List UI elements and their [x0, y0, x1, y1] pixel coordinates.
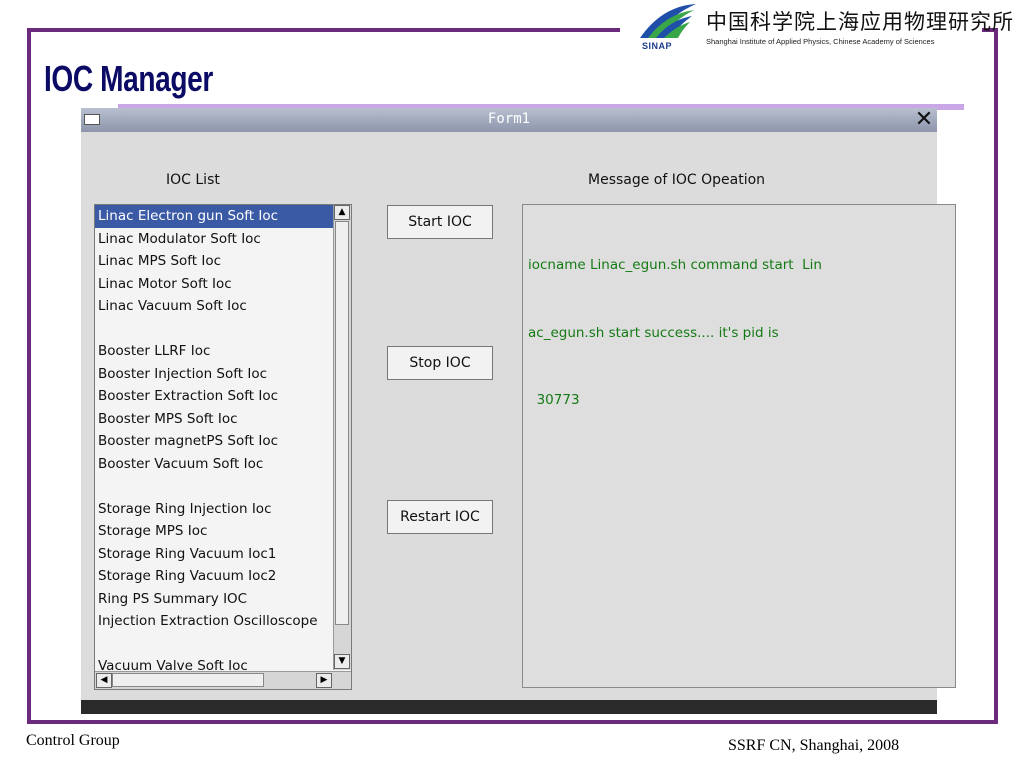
ioc-list-item[interactable]: Injection Extraction Oscilloscope [95, 610, 333, 633]
footer-left: Control Group [26, 732, 120, 749]
ioc-list-item[interactable]: Booster LLRF Ioc [95, 340, 333, 363]
window-titlebar[interactable]: Form1 ✕ [81, 108, 937, 132]
slide-title: IOC Manager [44, 58, 213, 99]
logo-english-name: Shanghai Institute of Applied Physics, C… [706, 37, 935, 46]
scroll-up-icon[interactable]: ▲ [334, 205, 350, 220]
message-label: Message of IOC Opeation [588, 172, 766, 188]
ioc-list-item[interactable]: Linac MPS Soft Ioc [95, 250, 333, 273]
horizontal-scrollbar[interactable]: ◀ ▶ [95, 671, 351, 689]
ioc-list-item[interactable]: Booster MPS Soft Ioc [95, 408, 333, 431]
vertical-scrollbar[interactable]: ▲ ▼ [333, 205, 351, 670]
vertical-scroll-thumb[interactable] [335, 221, 349, 625]
ioc-list-item[interactable]: Linac Electron gun Soft Ioc [95, 205, 333, 228]
ioc-list-label: IOC List [166, 172, 220, 188]
stop-ioc-button[interactable]: Stop IOC [387, 346, 493, 380]
ioc-list-item[interactable]: Booster Vacuum Soft Ioc [95, 453, 333, 476]
ioc-listbox[interactable]: Linac Electron gun Soft Ioc Linac Modulat… [94, 204, 352, 690]
ioc-list-item[interactable]: Storage Ring Vacuum Ioc2 [95, 565, 333, 588]
sinap-logo-icon [640, 4, 696, 38]
ioc-list-item[interactable]: Linac Vacuum Soft Ioc [95, 295, 333, 318]
footer-right: SSRF CN, Shanghai, 2008 [728, 737, 900, 754]
message-output-area[interactable]: iocname Linac_egun.sh command start Lin … [522, 204, 956, 688]
start-ioc-button[interactable]: Start IOC [387, 205, 493, 239]
ioc-list-item[interactable]: Linac Modulator Soft Ioc [95, 228, 333, 251]
ioc-list-item[interactable]: Storage Ring Injection Ioc [95, 498, 333, 521]
ioc-list-item[interactable]: Storage MPS Ioc [95, 520, 333, 543]
window-title: Form1 [487, 111, 531, 127]
ioc-list-item[interactable]: Ring PS Summary IOC [95, 588, 333, 611]
slide-frame-top [30, 28, 620, 32]
ioc-list-item[interactable]: Vacuum Valve Soft Ioc [95, 655, 333, 670]
message-line: ac_egun.sh start success.... it's pid is [528, 324, 779, 341]
slide-frame-bottom [27, 720, 998, 724]
horizontal-scroll-thumb[interactable] [112, 673, 264, 687]
logo-chinese-name: 中国科学院上海应用物理研究所 [706, 10, 1014, 34]
ioc-list-items: Linac Electron gun Soft Ioc Linac Modulat… [95, 205, 333, 670]
close-icon[interactable]: ✕ [913, 108, 935, 132]
form1-window: Form1 ✕ IOC List Message of IOC Opeation… [81, 108, 956, 714]
ioc-list-item[interactable]: Booster Injection Soft Ioc [95, 363, 333, 386]
ioc-list-item[interactable]: Booster Extraction Soft Ioc [95, 385, 333, 408]
slide-frame-right [994, 28, 998, 724]
ioc-list-item[interactable]: Linac Motor Soft Ioc [95, 273, 333, 296]
scroll-right-icon[interactable]: ▶ [316, 673, 332, 688]
logo-abbreviation: SINAP [642, 41, 673, 51]
sinap-logo: SINAP 中国科学院上海应用物理研究所 Shanghai Institute … [636, 2, 1013, 58]
restart-ioc-button[interactable]: Restart IOC [387, 500, 493, 534]
scroll-down-icon[interactable]: ▼ [334, 654, 350, 669]
scroll-left-icon[interactable]: ◀ [96, 673, 112, 688]
ioc-list-item[interactable]: Booster magnetPS Soft Ioc [95, 430, 333, 453]
ioc-list-item[interactable]: Storage Ring Vacuum Ioc1 [95, 543, 333, 566]
message-line: iocname Linac_egun.sh command start Lin [528, 257, 822, 273]
message-line: 30773 [528, 392, 580, 408]
slide-frame-left [27, 28, 31, 724]
window-bottom-bar [81, 700, 937, 714]
